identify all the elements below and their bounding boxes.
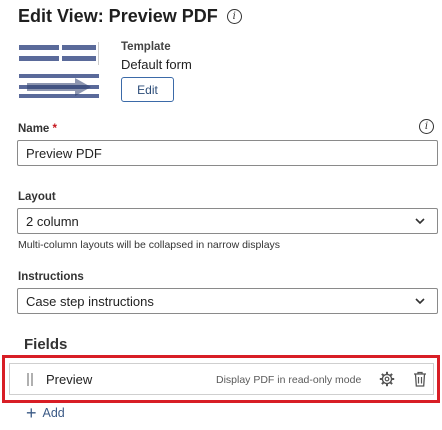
add-field-button[interactable]: + Add bbox=[26, 404, 65, 422]
instructions-select[interactable]: Case step instructions bbox=[17, 288, 438, 314]
chevron-down-icon bbox=[415, 298, 425, 305]
page-header: Edit View: Preview PDF i bbox=[18, 4, 242, 28]
gear-icon[interactable] bbox=[379, 371, 395, 387]
drag-handle-icon[interactable] bbox=[27, 373, 33, 386]
name-input[interactable]: Preview PDF bbox=[17, 140, 438, 166]
layout-select-value: 2 column bbox=[26, 213, 79, 229]
layout-help-text: Multi-column layouts will be collapsed i… bbox=[18, 239, 281, 251]
chevron-down-icon bbox=[415, 218, 425, 225]
name-label-text: Name bbox=[18, 123, 50, 135]
required-mark: * bbox=[52, 123, 58, 135]
field-description: Display PDF in read-only mode bbox=[216, 374, 362, 386]
template-value: Default form bbox=[121, 57, 192, 72]
template-thumbnail-icon bbox=[19, 42, 101, 100]
trash-icon[interactable] bbox=[413, 371, 427, 387]
instructions-select-value: Case step instructions bbox=[26, 293, 154, 309]
template-label: Template bbox=[121, 41, 171, 53]
fields-heading: Fields bbox=[24, 336, 68, 353]
name-label: Name * bbox=[18, 123, 57, 135]
field-name: Preview bbox=[46, 372, 93, 387]
add-field-label: Add bbox=[42, 406, 65, 420]
layout-select[interactable]: 2 column bbox=[17, 208, 438, 234]
info-icon[interactable]: i bbox=[419, 119, 434, 134]
layout-label: Layout bbox=[18, 191, 56, 203]
field-row[interactable]: Preview Display PDF in read-only mode bbox=[9, 363, 434, 395]
plus-icon: + bbox=[26, 403, 37, 423]
name-input-value: Preview PDF bbox=[26, 145, 102, 161]
page-title: Edit View: Preview PDF bbox=[18, 5, 218, 26]
instructions-label: Instructions bbox=[18, 271, 84, 283]
edit-template-button[interactable]: Edit bbox=[121, 77, 174, 102]
info-icon[interactable]: i bbox=[226, 8, 242, 24]
